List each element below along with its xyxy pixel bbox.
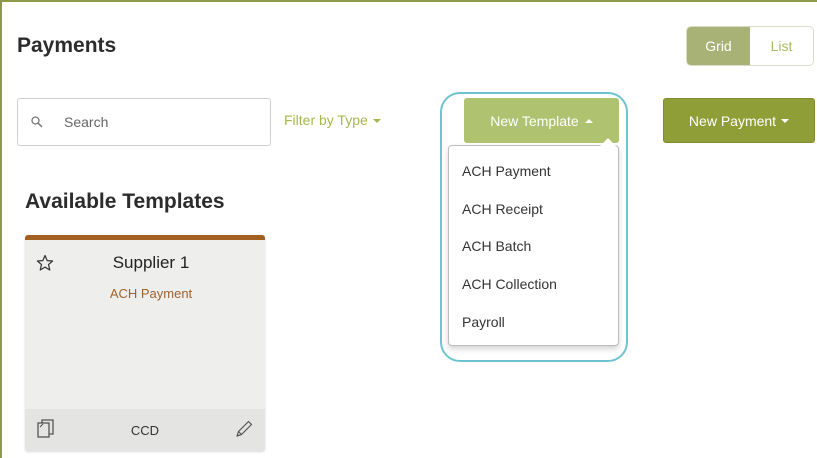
new-payment-label: New Payment bbox=[688, 112, 777, 129]
card-footer: CCD bbox=[25, 409, 265, 451]
new-template-menu: ACH Payment ACH Receipt ACH Batch ACH Co… bbox=[448, 145, 619, 346]
template-type: ACH Payment bbox=[109, 286, 193, 301]
caret-down-icon bbox=[372, 119, 381, 124]
new-template-label: New Template bbox=[490, 112, 579, 129]
menu-item-ach-batch[interactable]: ACH Batch bbox=[462, 238, 531, 254]
template-card[interactable]: Supplier 1 ACH Payment CCD bbox=[25, 235, 265, 451]
view-toggle: Grid List bbox=[686, 26, 814, 66]
grid-view-button[interactable]: Grid bbox=[687, 27, 750, 65]
caret-up-icon bbox=[584, 118, 593, 123]
new-payment-button[interactable]: New Payment bbox=[663, 98, 815, 143]
template-format: CCD bbox=[130, 423, 160, 438]
search-input[interactable] bbox=[62, 113, 246, 131]
card-accent-bar bbox=[25, 235, 265, 240]
new-template-button[interactable]: New Template bbox=[464, 98, 619, 143]
page-title: Payments bbox=[17, 34, 117, 57]
search-icon bbox=[31, 116, 43, 128]
search-box[interactable] bbox=[17, 98, 271, 146]
section-title: Available Templates bbox=[25, 190, 225, 213]
template-name: Supplier 1 bbox=[112, 253, 190, 272]
menu-item-payroll[interactable]: Payroll bbox=[462, 314, 505, 330]
list-view-button[interactable]: List bbox=[750, 27, 813, 65]
menu-item-ach-receipt[interactable]: ACH Receipt bbox=[462, 201, 543, 217]
filter-by-type-dropdown[interactable]: Filter by Type bbox=[284, 112, 381, 128]
pencil-icon[interactable] bbox=[234, 419, 254, 439]
menu-pointer bbox=[600, 138, 616, 146]
menu-item-ach-collection[interactable]: ACH Collection bbox=[462, 276, 557, 292]
menu-item-ach-payment[interactable]: ACH Payment bbox=[462, 163, 551, 179]
filter-label: Filter by Type bbox=[284, 112, 368, 128]
caret-down-icon bbox=[781, 118, 790, 123]
